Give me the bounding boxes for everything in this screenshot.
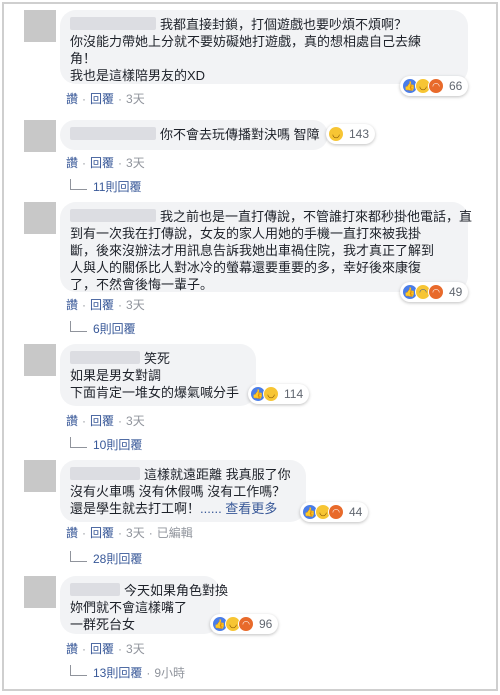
reaction-summary[interactable]: ◡ 143: [326, 124, 376, 144]
reply-link[interactable]: 回覆: [90, 156, 114, 170]
reaction-summary[interactable]: 👍 ◡ 114: [248, 384, 310, 404]
avatar[interactable]: [24, 10, 56, 42]
comment-actions: 讚 · 回覆 · 3天: [66, 414, 145, 428]
comment-text-line: 笑死: [144, 351, 171, 366]
timestamp[interactable]: 3天: [126, 92, 145, 106]
haha-icon: ◡: [328, 126, 344, 142]
reply-arrow-icon: [70, 321, 87, 332]
reaction-count: 143: [349, 127, 370, 141]
like-link[interactable]: 讚: [66, 156, 78, 170]
comment-text-line: 到有一次我在打傳說，女友的家人用她的手機一直打來被我掛: [70, 226, 422, 241]
avatar[interactable]: [24, 344, 56, 376]
comment-bubble: 今天如果角色對換 妳們就不會這樣嘴了 一群死台女: [60, 576, 228, 634]
comment-bubble: 我都直接封鎖，打個遊戲也要吵煩不煩啊？ 你沒能力帶她上分就不要妨礙她打遊戲，真的…: [60, 10, 468, 84]
comment-text-line: 今天如果角色對換: [124, 583, 229, 598]
comment-bubble: 這樣就遠距離 我真服了你 沒有火車嗎 沒有休假嗎 沒有工作嗎？ 還是學生就去打工…: [60, 460, 306, 522]
replies-count: 10則回覆: [93, 438, 143, 452]
comment-text-line: 人與人的關係比人對冰冷的螢幕還要重要的多，幸好後來康復: [70, 260, 422, 275]
angry-icon: ◠: [238, 616, 254, 632]
view-replies-link[interactable]: 11則回覆: [70, 178, 141, 195]
reply-arrow-icon: [70, 551, 87, 562]
view-replies-link[interactable]: 6則回覆: [70, 320, 136, 337]
like-link[interactable]: 讚: [66, 92, 78, 106]
reaction-count: 96: [259, 617, 273, 631]
comment-actions: 讚 · 回覆 · 3天: [66, 642, 145, 656]
avatar[interactable]: [24, 202, 56, 234]
avatar[interactable]: [24, 120, 56, 152]
comment-text-line: 你沒能力帶她上分就不要妨礙她打遊戲，真的想相處自己去練: [70, 34, 422, 49]
reaction-count: 49: [449, 285, 463, 299]
reply-link[interactable]: 回覆: [90, 92, 114, 106]
comment-text-line: 如果是男女對調: [70, 368, 162, 383]
replies-count: 6則回覆: [93, 322, 136, 336]
reaction-summary[interactable]: 👍 ◠ ◠ 49: [400, 282, 469, 302]
like-link[interactable]: 讚: [66, 414, 78, 428]
view-replies-link[interactable]: 28則回覆: [70, 550, 142, 567]
comment-bubble: 笑死 如果是男女對調 下面肯定一堆女的爆氣喊分手: [60, 344, 256, 406]
comment-actions: 讚 · 回覆 · 3天: [66, 298, 145, 312]
comments-screenshot: 我都直接封鎖，打個遊戲也要吵煩不煩啊？ 你沒能力帶她上分就不要妨礙她打遊戲，真的…: [2, 2, 498, 691]
comment-text-line: 還是學生就去打工啊！: [70, 501, 201, 516]
like-link[interactable]: 讚: [66, 526, 78, 540]
comment-text-line: 我之前也是一直打傳說，不管誰打來都秒掛他電話，直: [160, 209, 473, 224]
reaction-summary[interactable]: 👍 ◡ ◠ 96: [210, 614, 279, 634]
comment-text-line: 我都直接封鎖，打個遊戲也要吵煩不煩啊？: [160, 17, 408, 32]
timestamp[interactable]: 3天: [126, 526, 145, 540]
comment-actions: 讚 · 回覆 · 3天: [66, 156, 145, 170]
view-replies-link[interactable]: 10則回覆: [70, 436, 142, 453]
reply-arrow-icon: [70, 437, 87, 448]
comment-text-line: 你不會去玩傳播對決嗎 智障: [160, 127, 320, 142]
timestamp[interactable]: 3天: [126, 156, 145, 170]
reaction-summary[interactable]: 👍 ◡ ◠ 66: [400, 76, 469, 96]
reaction-summary[interactable]: 👍 ◡ ◠ 44: [300, 502, 369, 522]
reaction-count: 114: [284, 387, 304, 401]
avatar[interactable]: [24, 460, 56, 492]
view-replies-link[interactable]: 13則回覆 · 9小時: [70, 664, 185, 681]
like-link[interactable]: 讚: [66, 642, 78, 656]
redacted-username[interactable]: [70, 351, 140, 364]
replies-count: 13則回覆: [93, 666, 143, 680]
comment-bubble: 我之前也是一直打傳說，不管誰打來都秒掛他電話，直 到有一次我在打傳說，女友的家人…: [60, 202, 472, 292]
redacted-username[interactable]: [70, 127, 156, 140]
comment-text-line: 沒有火車嗎 沒有休假嗎 沒有工作嗎？: [70, 484, 286, 499]
comment-text-line: 角！: [70, 51, 97, 66]
angry-icon: ◠: [428, 284, 444, 300]
timestamp[interactable]: 3天: [126, 642, 145, 656]
timestamp[interactable]: 3天: [126, 298, 145, 312]
comment-text-line: 斷，後來沒辦法才用訊息告訴我她出車禍住院，我才真正了解到: [70, 243, 435, 258]
comment-actions: 讚 · 回覆 · 3天: [66, 92, 145, 106]
replies-timestamp: 9小時: [154, 666, 186, 680]
haha-icon: ◡: [263, 386, 279, 402]
avatar[interactable]: [24, 576, 56, 608]
redacted-username[interactable]: [70, 17, 156, 30]
angry-icon: ◠: [328, 504, 344, 520]
reply-link[interactable]: 回覆: [90, 414, 114, 428]
redacted-username[interactable]: [70, 209, 156, 222]
comment-text-line: 妳們就不會這樣嘴了: [70, 600, 188, 615]
comment-actions: 讚 · 回覆 · 3天 · 已編輯: [66, 526, 193, 540]
reply-arrow-icon: [70, 179, 87, 190]
redacted-username[interactable]: [70, 467, 140, 480]
comment-bubble: 你不會去玩傳播對決嗎 智障: [60, 120, 328, 150]
reaction-count: 44: [349, 505, 363, 519]
reply-link[interactable]: 回覆: [90, 642, 114, 656]
timestamp[interactable]: 3天: [126, 414, 145, 428]
see-more-link[interactable]: ...... 查看更多: [200, 501, 277, 516]
redacted-username[interactable]: [70, 583, 120, 596]
reply-link[interactable]: 回覆: [90, 298, 114, 312]
comment-text-line: 一群死台女: [70, 617, 136, 632]
like-link[interactable]: 讚: [66, 298, 78, 312]
angry-icon: ◠: [428, 78, 444, 94]
edited-label[interactable]: 已編輯: [157, 526, 193, 540]
replies-count: 28則回覆: [93, 552, 143, 566]
reply-link[interactable]: 回覆: [90, 526, 114, 540]
comment-text-line: 下面肯定一堆女的爆氣喊分手: [70, 385, 240, 400]
comment-text-line: 這樣就遠距離 我真服了你: [144, 467, 291, 482]
reaction-count: 66: [449, 79, 463, 93]
replies-count: 11則回覆: [93, 180, 142, 194]
reply-arrow-icon: [70, 665, 87, 676]
